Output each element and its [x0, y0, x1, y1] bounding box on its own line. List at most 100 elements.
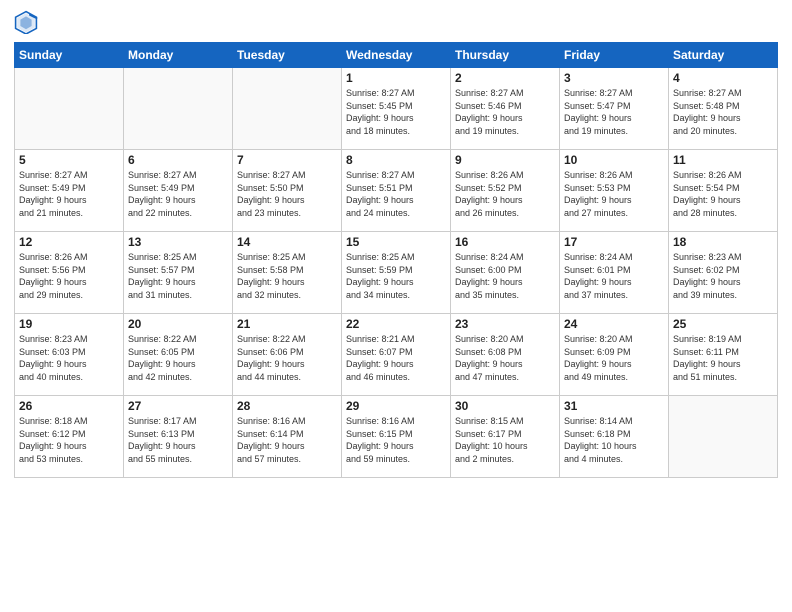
day-number: 21 [237, 317, 337, 331]
calendar-cell: 1 Sunrise: 8:27 AM Sunset: 5:45 PM Daylig… [342, 68, 451, 150]
calendar-cell: 23 Sunrise: 8:20 AM Sunset: 6:08 PM Dayli… [451, 314, 560, 396]
day-number: 6 [128, 153, 228, 167]
day-number: 31 [564, 399, 664, 413]
day-info: Sunrise: 8:27 AM Sunset: 5:48 PM Dayligh… [673, 87, 773, 137]
logo [14, 10, 42, 34]
calendar-cell: 7 Sunrise: 8:27 AM Sunset: 5:50 PM Daylig… [233, 150, 342, 232]
calendar-cell: 27 Sunrise: 8:17 AM Sunset: 6:13 PM Dayli… [124, 396, 233, 478]
calendar-cell: 3Sunrise: 8:27 AM Sunset: 5:47 PM Daylig… [560, 68, 669, 150]
calendar-cell: 15Sunrise: 8:25 AM Sunset: 5:59 PM Dayli… [342, 232, 451, 314]
day-number: 4 [673, 71, 773, 85]
day-info: Sunrise: 8:27 AM Sunset: 5:51 PM Dayligh… [346, 169, 446, 219]
day-number: 19 [19, 317, 119, 331]
day-number: 13 [128, 235, 228, 249]
day-number: 18 [673, 235, 773, 249]
day-number: 3 [564, 71, 664, 85]
calendar-cell: 16 Sunrise: 8:24 AM Sunset: 6:00 PM Dayli… [451, 232, 560, 314]
week-row-4: 19 Sunrise: 8:23 AM Sunset: 6:03 PM Dayli… [15, 314, 778, 396]
day-info: Sunrise: 8:20 AM Sunset: 6:08 PM Dayligh… [455, 333, 555, 383]
day-info: Sunrise: 8:27 AM Sunset: 5:45 PM Dayligh… [346, 87, 446, 137]
day-number: 10 [564, 153, 664, 167]
calendar-cell: 31 Sunrise: 8:14 AM Sunset: 6:18 PM Dayli… [560, 396, 669, 478]
day-info: Sunrise: 8:20 AM Sunset: 6:09 PM Dayligh… [564, 333, 664, 383]
day-info: Sunrise: 8:22 AM Sunset: 6:06 PM Dayligh… [237, 333, 337, 383]
day-number: 25 [673, 317, 773, 331]
day-info: Sunrise: 8:27 AM Sunset: 5:46 PM Dayligh… [455, 87, 555, 137]
day-info: Sunrise: 8:23 AM Sunset: 6:03 PM Dayligh… [19, 333, 119, 383]
day-number: 17 [564, 235, 664, 249]
day-info: Sunrise: 8:25 AM Sunset: 5:58 PM Dayligh… [237, 251, 337, 301]
logo-icon [14, 10, 38, 34]
calendar-cell: 29Sunrise: 8:16 AM Sunset: 6:15 PM Dayli… [342, 396, 451, 478]
day-number: 11 [673, 153, 773, 167]
day-number: 16 [455, 235, 555, 249]
day-info: Sunrise: 8:26 AM Sunset: 5:54 PM Dayligh… [673, 169, 773, 219]
day-info: Sunrise: 8:22 AM Sunset: 6:05 PM Dayligh… [128, 333, 228, 383]
day-number: 26 [19, 399, 119, 413]
calendar-cell [669, 396, 778, 478]
day-number: 14 [237, 235, 337, 249]
day-number: 29 [346, 399, 446, 413]
calendar-cell: 20 Sunrise: 8:22 AM Sunset: 6:05 PM Dayli… [124, 314, 233, 396]
calendar-cell: 30Sunrise: 8:15 AM Sunset: 6:17 PM Dayli… [451, 396, 560, 478]
day-number: 27 [128, 399, 228, 413]
day-info: Sunrise: 8:23 AM Sunset: 6:02 PM Dayligh… [673, 251, 773, 301]
calendar-cell: 22 Sunrise: 8:21 AM Sunset: 6:07 PM Dayli… [342, 314, 451, 396]
header [14, 10, 778, 34]
day-number: 1 [346, 71, 446, 85]
calendar-cell [233, 68, 342, 150]
calendar-cell: 19 Sunrise: 8:23 AM Sunset: 6:03 PM Dayli… [15, 314, 124, 396]
calendar-cell: 12 Sunrise: 8:26 AM Sunset: 5:56 PM Dayli… [15, 232, 124, 314]
calendar-cell: 25 Sunrise: 8:19 AM Sunset: 6:11 PM Dayli… [669, 314, 778, 396]
day-info: Sunrise: 8:25 AM Sunset: 5:57 PM Dayligh… [128, 251, 228, 301]
day-info: Sunrise: 8:27 AM Sunset: 5:50 PM Dayligh… [237, 169, 337, 219]
calendar-cell: 6 Sunrise: 8:27 AM Sunset: 5:49 PM Daylig… [124, 150, 233, 232]
calendar-cell: 14 Sunrise: 8:25 AM Sunset: 5:58 PM Dayli… [233, 232, 342, 314]
calendar-cell: 10Sunrise: 8:26 AM Sunset: 5:53 PM Dayli… [560, 150, 669, 232]
day-info: Sunrise: 8:27 AM Sunset: 5:49 PM Dayligh… [19, 169, 119, 219]
day-number: 2 [455, 71, 555, 85]
calendar-cell: 21 Sunrise: 8:22 AM Sunset: 6:06 PM Dayli… [233, 314, 342, 396]
calendar-cell: 26 Sunrise: 8:18 AM Sunset: 6:12 PM Dayli… [15, 396, 124, 478]
week-row-1: 1 Sunrise: 8:27 AM Sunset: 5:45 PM Daylig… [15, 68, 778, 150]
day-info: Sunrise: 8:16 AM Sunset: 6:14 PM Dayligh… [237, 415, 337, 465]
day-number: 30 [455, 399, 555, 413]
day-info: Sunrise: 8:19 AM Sunset: 6:11 PM Dayligh… [673, 333, 773, 383]
calendar-cell: 24Sunrise: 8:20 AM Sunset: 6:09 PM Dayli… [560, 314, 669, 396]
day-number: 28 [237, 399, 337, 413]
calendar-cell: 11 Sunrise: 8:26 AM Sunset: 5:54 PM Dayli… [669, 150, 778, 232]
day-info: Sunrise: 8:14 AM Sunset: 6:18 PM Dayligh… [564, 415, 664, 465]
header-row: SundayMondayTuesdayWednesdayThursdayFrid… [15, 43, 778, 68]
day-info: Sunrise: 8:21 AM Sunset: 6:07 PM Dayligh… [346, 333, 446, 383]
day-header-sunday: Sunday [15, 43, 124, 68]
page: SundayMondayTuesdayWednesdayThursdayFrid… [0, 0, 792, 612]
calendar-cell: 2 Sunrise: 8:27 AM Sunset: 5:46 PM Daylig… [451, 68, 560, 150]
day-info: Sunrise: 8:18 AM Sunset: 6:12 PM Dayligh… [19, 415, 119, 465]
day-number: 23 [455, 317, 555, 331]
day-info: Sunrise: 8:26 AM Sunset: 5:52 PM Dayligh… [455, 169, 555, 219]
day-header-monday: Monday [124, 43, 233, 68]
day-header-thursday: Thursday [451, 43, 560, 68]
day-info: Sunrise: 8:26 AM Sunset: 5:56 PM Dayligh… [19, 251, 119, 301]
week-row-5: 26 Sunrise: 8:18 AM Sunset: 6:12 PM Dayli… [15, 396, 778, 478]
day-info: Sunrise: 8:27 AM Sunset: 5:49 PM Dayligh… [128, 169, 228, 219]
day-info: Sunrise: 8:17 AM Sunset: 6:13 PM Dayligh… [128, 415, 228, 465]
day-number: 20 [128, 317, 228, 331]
calendar-cell: 4 Sunrise: 8:27 AM Sunset: 5:48 PM Daylig… [669, 68, 778, 150]
day-number: 15 [346, 235, 446, 249]
day-header-wednesday: Wednesday [342, 43, 451, 68]
calendar-cell: 17 Sunrise: 8:24 AM Sunset: 6:01 PM Dayli… [560, 232, 669, 314]
day-number: 7 [237, 153, 337, 167]
calendar-cell: 8Sunrise: 8:27 AM Sunset: 5:51 PM Daylig… [342, 150, 451, 232]
day-info: Sunrise: 8:24 AM Sunset: 6:01 PM Dayligh… [564, 251, 664, 301]
day-number: 12 [19, 235, 119, 249]
week-row-3: 12 Sunrise: 8:26 AM Sunset: 5:56 PM Dayli… [15, 232, 778, 314]
day-header-friday: Friday [560, 43, 669, 68]
calendar-cell: 18 Sunrise: 8:23 AM Sunset: 6:02 PM Dayli… [669, 232, 778, 314]
day-number: 22 [346, 317, 446, 331]
calendar-cell [124, 68, 233, 150]
day-header-saturday: Saturday [669, 43, 778, 68]
calendar-cell: 13 Sunrise: 8:25 AM Sunset: 5:57 PM Dayli… [124, 232, 233, 314]
day-number: 5 [19, 153, 119, 167]
day-info: Sunrise: 8:24 AM Sunset: 6:00 PM Dayligh… [455, 251, 555, 301]
